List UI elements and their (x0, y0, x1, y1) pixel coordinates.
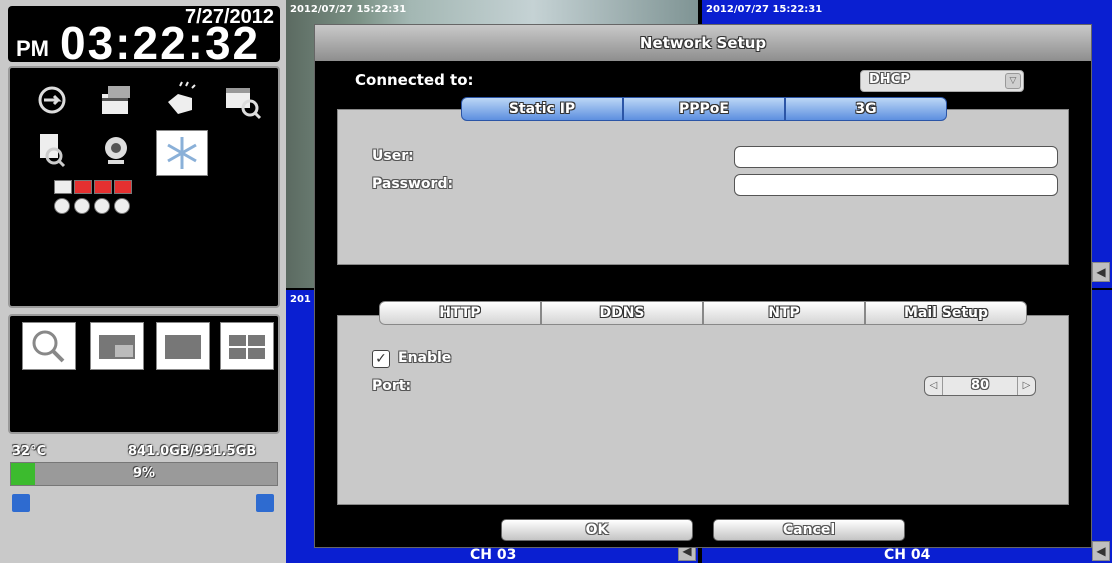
sensor-icon (94, 198, 110, 214)
chevron-right-icon[interactable]: ▷ (1017, 377, 1035, 395)
chevron-down-icon[interactable]: ▽ (1005, 73, 1021, 89)
tab-mail-setup[interactable]: Mail Setup (865, 301, 1027, 325)
freeze-icon[interactable] (156, 130, 208, 176)
connection-mode-value: DHCP (869, 72, 910, 87)
port-stepper[interactable]: ◁ 80 ▷ (924, 376, 1036, 396)
alarm-icon (114, 180, 132, 194)
alarm-icon (74, 180, 92, 194)
speaker-icon[interactable]: ◀ (1092, 541, 1110, 561)
clock: 7/27/2012 PM 03:22:32 (8, 6, 280, 69)
pip-layout-icon[interactable] (90, 322, 144, 370)
chevron-left-icon[interactable]: ◁ (925, 377, 943, 395)
sensor-icon (114, 198, 130, 214)
disk-percent: 9% (132, 466, 156, 481)
connection-settings-panel: User: Password: (337, 109, 1069, 265)
user-icon[interactable] (256, 494, 274, 512)
monitor-icon (54, 180, 72, 194)
tab-ddns[interactable]: DDNS (541, 301, 703, 325)
log-search-icon[interactable] (30, 128, 74, 172)
channel-status-icons (54, 180, 144, 220)
left-control-panel: 7/27/2012 PM 03:22:32 32°C 841.0GB/931.5… (0, 0, 286, 563)
network-setup-dialog: Network Setup Connected to: DHCP ▽ User:… (314, 24, 1092, 548)
cancel-button[interactable]: Cancel (713, 519, 905, 541)
port-value[interactable]: 80 (945, 377, 1015, 395)
camera-timestamp: 2012/07/27 15:22:31 (706, 4, 823, 15)
service-settings-panel: ✓ Enable Port: ◁ 80 ▷ (337, 315, 1069, 505)
tab-ntp[interactable]: NTP (703, 301, 865, 325)
dialog-title: Network Setup (315, 25, 1091, 61)
ok-button[interactable]: OK (501, 519, 693, 541)
single-layout-icon[interactable] (156, 322, 210, 370)
backup-icon[interactable] (30, 78, 74, 122)
disk-usage-bar: 9% (10, 462, 278, 486)
user-label: User: (372, 148, 414, 164)
camera-channel-label: CH 03 (470, 547, 517, 563)
service-tabs: HTTP DDNS NTP Mail Setup (379, 301, 1027, 325)
quad-layout-icon[interactable] (220, 322, 274, 370)
user-input[interactable] (734, 146, 1058, 168)
file-icon[interactable] (94, 78, 138, 122)
network-icon[interactable] (12, 494, 30, 512)
view-panel (8, 314, 280, 434)
connection-type-tabs: Static IP PPPoE 3G (461, 97, 947, 121)
webcam-icon[interactable] (94, 128, 138, 172)
hand-icon[interactable] (158, 78, 202, 122)
tab-static-ip[interactable]: Static IP (461, 97, 623, 121)
temperature: 32°C (12, 444, 47, 459)
disk-usage: 841.0GB/931.5GB (128, 444, 257, 459)
tab-http[interactable]: HTTP (379, 301, 541, 325)
tab-3g[interactable]: 3G (785, 97, 947, 121)
port-label: Port: (372, 378, 412, 394)
enable-label: Enable (398, 350, 452, 366)
clock-time: 03:22:32 (60, 17, 261, 69)
camera-timestamp: 2012/07/27 15:22:31 (290, 4, 407, 15)
camera-timestamp: 201 (290, 294, 311, 305)
enable-checkbox[interactable]: ✓ (372, 350, 390, 368)
password-input[interactable] (734, 174, 1058, 196)
schedule-search-icon[interactable] (220, 78, 264, 122)
camera-channel-label: CH 04 (884, 547, 931, 563)
alarm-icon (94, 180, 112, 194)
menu-panel (8, 66, 280, 308)
sensor-icon (54, 198, 70, 214)
clock-ampm: PM (16, 36, 49, 61)
connected-to-label: Connected to: (355, 71, 474, 89)
speaker-icon[interactable]: ◀ (1092, 262, 1110, 282)
sensor-icon (74, 198, 90, 214)
tab-pppoe[interactable]: PPPoE (623, 97, 785, 121)
dvr-screen: 7/27/2012 PM 03:22:32 32°C 841.0GB/931.5… (0, 0, 1112, 563)
password-label: Password: (372, 176, 454, 192)
connection-mode-select[interactable]: DHCP ▽ (860, 70, 1024, 92)
zoom-icon[interactable] (22, 322, 76, 370)
